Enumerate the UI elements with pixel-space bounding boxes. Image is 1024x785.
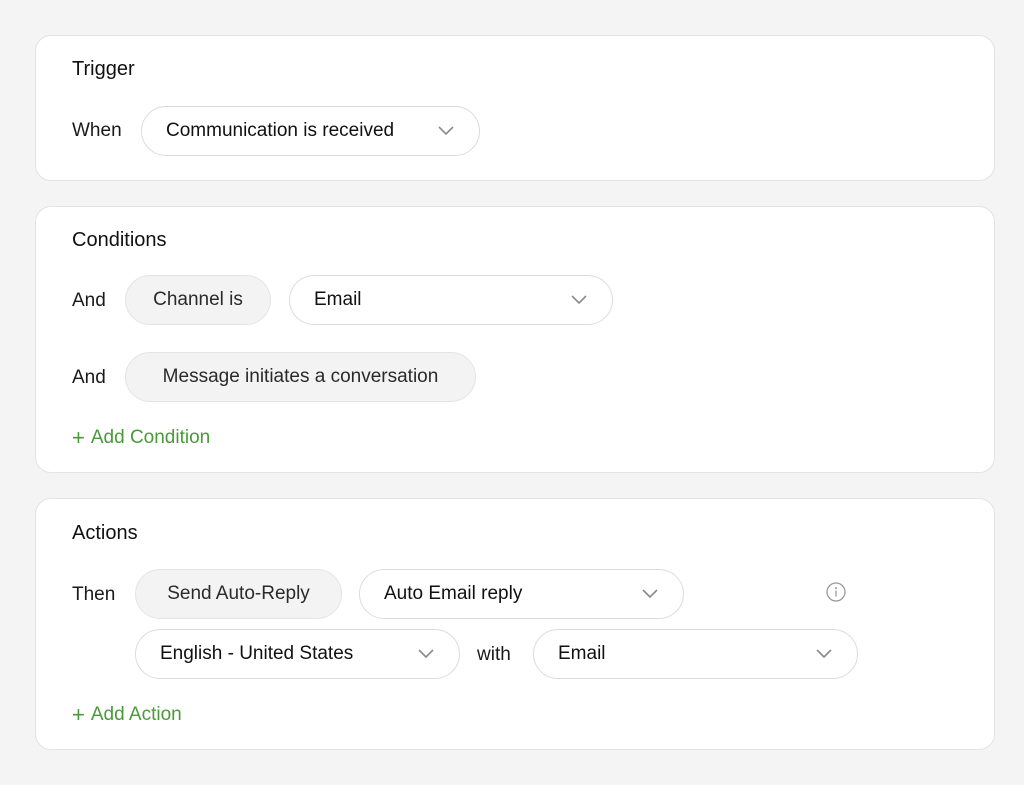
template-value: Auto Email reply [384, 583, 523, 604]
condition-field-initiates[interactable]: Message initiates a conversation [125, 352, 476, 402]
chevron-down-icon [437, 122, 455, 140]
then-label: Then [72, 584, 116, 605]
channel-value: Email [558, 643, 606, 664]
language-value: English - United States [160, 643, 354, 664]
add-condition-button[interactable]: + Add Condition [72, 427, 210, 449]
language-select[interactable]: English - United States [135, 629, 460, 679]
trigger-event-select[interactable]: Communication is received [141, 106, 480, 156]
chevron-down-icon [641, 585, 659, 603]
actions-card: Actions Then Send Auto-Reply Auto Email … [35, 498, 995, 750]
action-type-label: Send Auto-Reply [167, 583, 310, 604]
plus-icon: + [72, 702, 85, 727]
action-type-pill[interactable]: Send Auto-Reply [135, 569, 342, 619]
info-icon[interactable] [826, 582, 846, 602]
condition-connector: And [72, 290, 106, 311]
condition-connector: And [72, 367, 106, 388]
trigger-title: Trigger [72, 58, 135, 80]
with-label: with [477, 644, 511, 665]
condition-field-label: Message initiates a conversation [162, 366, 439, 387]
chevron-down-icon [815, 645, 833, 663]
add-action-button[interactable]: + Add Action [72, 704, 182, 726]
channel-select[interactable]: Email [533, 629, 858, 679]
condition-field-label: Channel is [153, 289, 243, 310]
template-select[interactable]: Auto Email reply [359, 569, 684, 619]
conditions-card: Conditions And Channel is Email And Mess… [35, 206, 995, 473]
condition-field-channel[interactable]: Channel is [125, 275, 271, 325]
conditions-title: Conditions [72, 229, 167, 251]
when-label: When [72, 120, 122, 141]
add-action-label: Add Action [90, 704, 182, 725]
chevron-down-icon [417, 645, 435, 663]
plus-icon: + [72, 425, 85, 450]
chevron-down-icon [570, 291, 588, 309]
trigger-card: Trigger When Communication is received [35, 35, 995, 181]
condition-channel-select[interactable]: Email [289, 275, 613, 325]
trigger-event-value: Communication is received [166, 120, 395, 141]
actions-title: Actions [72, 522, 138, 544]
condition-channel-value: Email [314, 289, 362, 310]
add-condition-label: Add Condition [90, 427, 211, 448]
